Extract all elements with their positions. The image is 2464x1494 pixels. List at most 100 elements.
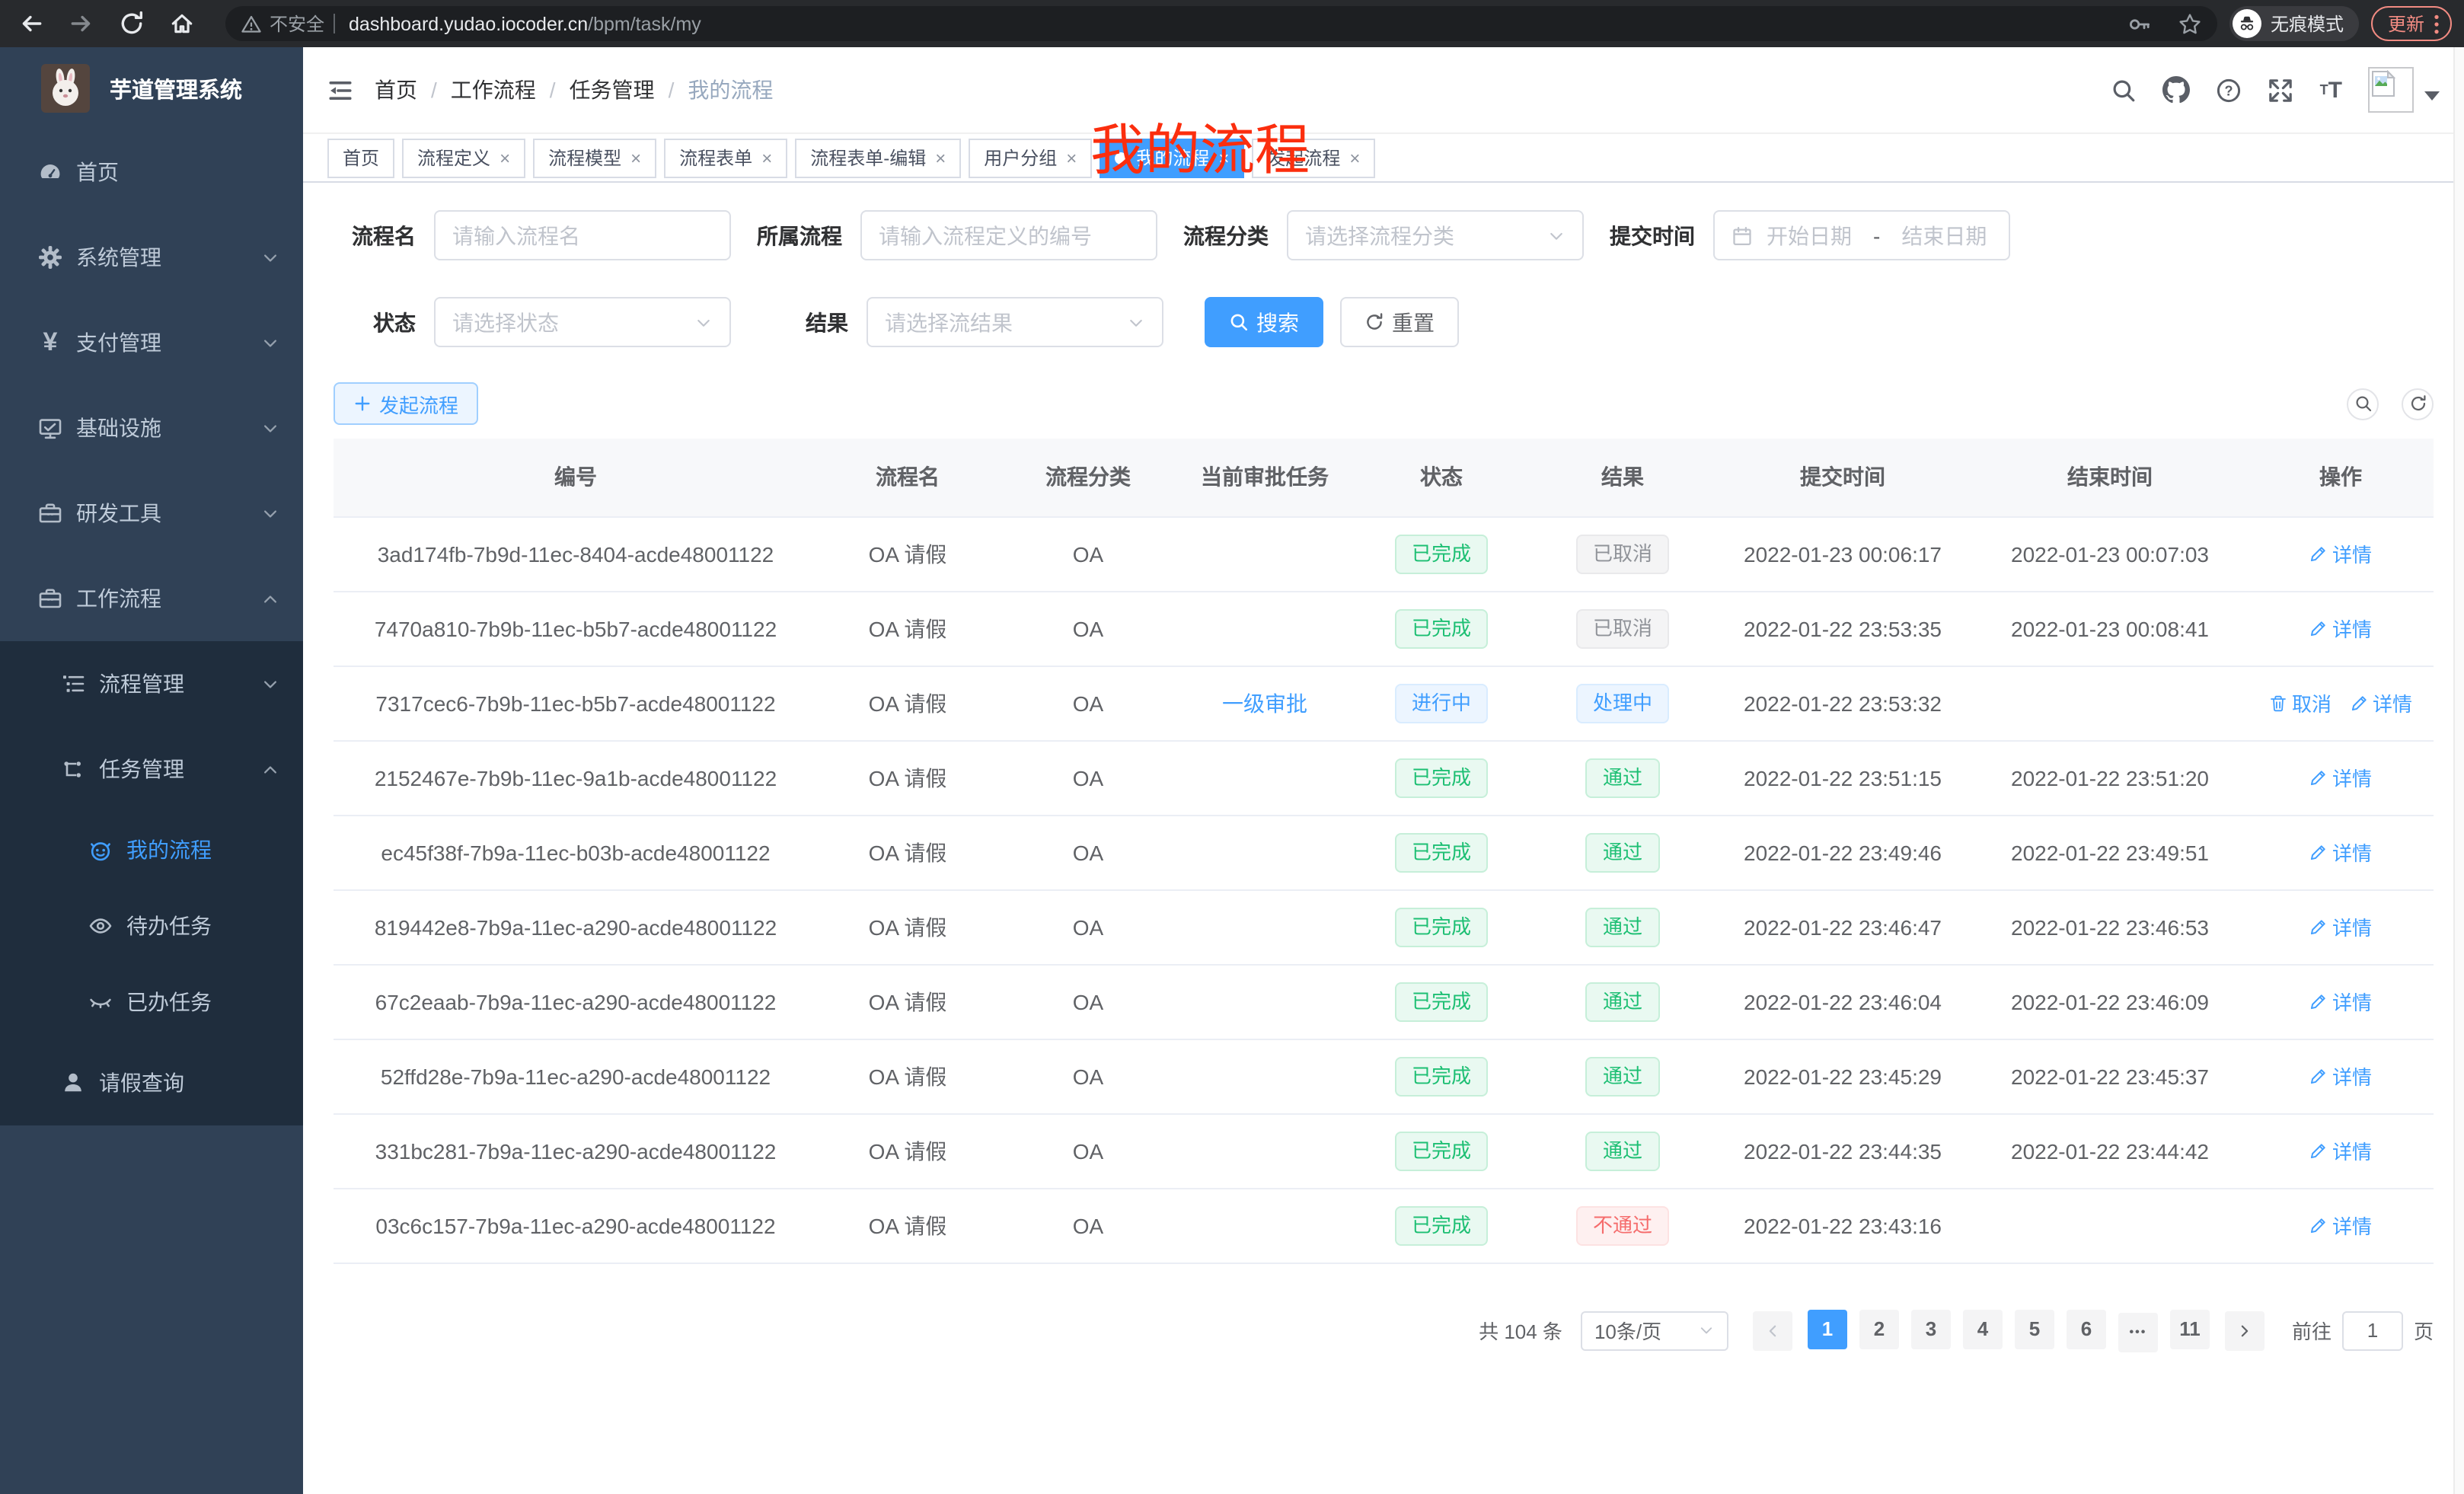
action-详情[interactable]: 详情 <box>2309 1061 2372 1090</box>
browser-home-icon[interactable] <box>163 5 199 42</box>
goto-page-input[interactable] <box>2342 1310 2403 1350</box>
chevron-down-icon <box>694 313 713 331</box>
close-icon[interactable]: × <box>1349 148 1360 167</box>
page-button-3[interactable]: 3 <box>1911 1309 1951 1349</box>
column-header: 流程分类 <box>997 439 1179 516</box>
next-page-button[interactable] <box>2225 1310 2265 1350</box>
chevron-up-icon <box>262 761 279 777</box>
page-button-11[interactable]: 11 <box>2170 1309 2210 1349</box>
sidebar-fold-icon[interactable] <box>327 77 353 103</box>
cell-result: 通过 <box>1532 889 1713 964</box>
breadcrumb: 首页 / 工作流程 / 任务管理 / 我的流程 <box>375 75 773 105</box>
font-size-icon[interactable]: TT <box>2320 77 2342 103</box>
current-task-link[interactable]: 一级审批 <box>1222 691 1307 715</box>
page-scrollbar[interactable] <box>2453 47 2464 1494</box>
sidebar-item-system[interactable]: 系统管理 <box>0 215 303 300</box>
result-select[interactable]: 请选择流结果 <box>867 297 1163 347</box>
action-详情[interactable]: 详情 <box>2309 763 2372 792</box>
github-icon[interactable] <box>2163 76 2191 104</box>
prev-page-button[interactable] <box>1753 1310 1792 1350</box>
action-详情[interactable]: 详情 <box>2309 838 2372 867</box>
breadcrumb-item[interactable]: 工作流程 <box>451 75 536 105</box>
action-详情[interactable]: 详情 <box>2309 539 2372 568</box>
key-icon[interactable] <box>2127 11 2152 36</box>
page-ellipsis[interactable]: ••• <box>2118 1312 2158 1352</box>
cell-actions: 详情 <box>2248 591 2434 666</box>
search-button[interactable]: 搜索 <box>1205 297 1323 347</box>
process-name-input[interactable] <box>434 210 731 260</box>
action-详情[interactable]: 详情 <box>2309 614 2372 643</box>
workflow-submenu: 流程管理 任务管理 我的流程 <box>0 641 303 1125</box>
sidebar-item-done-tasks[interactable]: 已办任务 <box>0 964 303 1040</box>
browser-reload-icon[interactable] <box>113 5 149 42</box>
table-row: 52ffd28e-7b9a-11ec-a290-acde48001122OA 请… <box>334 1039 2434 1113</box>
browser-back-icon[interactable] <box>12 5 49 42</box>
sidebar-item-infrastructure[interactable]: 基础设施 <box>0 385 303 471</box>
process-name-field[interactable] <box>452 223 713 247</box>
kebab-menu-icon <box>2434 13 2440 34</box>
column-header: 当前审批任务 <box>1179 439 1351 516</box>
close-icon[interactable]: × <box>935 148 946 167</box>
sidebar-item-leave-query[interactable]: 请假查询 <box>0 1040 303 1125</box>
action-详情[interactable]: 详情 <box>2309 987 2372 1016</box>
page-button-2[interactable]: 2 <box>1859 1309 1899 1349</box>
user-menu[interactable] <box>2368 67 2440 113</box>
action-详情[interactable]: 详情 <box>2309 1136 2372 1165</box>
submit-time-range[interactable]: 开始日期 - 结束日期 <box>1713 210 2010 260</box>
url-path: /bpm/task/my <box>588 13 701 34</box>
page-button-6[interactable]: 6 <box>2067 1309 2106 1349</box>
fullscreen-icon[interactable] <box>2268 77 2294 103</box>
address-bar[interactable]: 不安全 dashboard.yudao.iocoder.cn/bpm/task/… <box>225 6 2217 41</box>
sidebar-item-task-mgmt[interactable]: 任务管理 <box>0 726 303 812</box>
tab-流程定义[interactable]: 流程定义× <box>402 138 525 177</box>
search-icon[interactable] <box>2111 77 2137 103</box>
tab-首页[interactable]: 首页 <box>327 138 394 177</box>
action-取消[interactable]: 取消 <box>2269 688 2332 717</box>
sidebar-item-my-process[interactable]: 我的流程 <box>0 812 303 888</box>
close-icon[interactable]: × <box>1066 148 1077 167</box>
page-size-select[interactable]: 10条/页 <box>1581 1310 1728 1350</box>
close-icon[interactable]: × <box>761 148 772 167</box>
browser-update-button[interactable]: 更新 <box>2371 6 2452 41</box>
cell-category: OA <box>997 964 1179 1039</box>
status-select[interactable]: 请选择状态 <box>434 297 731 347</box>
category-select[interactable]: 请选择流程分类 <box>1287 210 1584 260</box>
parent-process-field[interactable] <box>879 223 1139 247</box>
page-button-1[interactable]: 1 <box>1808 1309 1847 1349</box>
tab-用户分组[interactable]: 用户分组× <box>969 138 1092 177</box>
edit-icon <box>2309 843 2328 861</box>
sidebar-item-workflow[interactable]: 工作流程 <box>0 556 303 641</box>
filter-label: 状态 <box>373 307 416 337</box>
sidebar-item-todo-tasks[interactable]: 待办任务 <box>0 888 303 964</box>
sidebar-item-payment[interactable]: ¥ 支付管理 <box>0 300 303 385</box>
table-refresh-icon[interactable] <box>2402 388 2434 420</box>
tab-流程模型[interactable]: 流程模型× <box>533 138 656 177</box>
tab-流程表单-编辑[interactable]: 流程表单-编辑× <box>795 138 961 177</box>
cell-submit-time: 2022-01-22 23:49:46 <box>1713 815 1972 889</box>
page-button-4[interactable]: 4 <box>1963 1309 2003 1349</box>
breadcrumb-item[interactable]: 任务管理 <box>570 75 655 105</box>
close-icon[interactable]: × <box>500 148 510 167</box>
action-详情[interactable]: 详情 <box>2309 912 2372 941</box>
browser-forward-icon[interactable] <box>62 5 99 42</box>
table-search-toggle-icon[interactable] <box>2347 388 2379 420</box>
close-icon[interactable]: × <box>630 148 641 167</box>
sidebar-item-home[interactable]: 首页 <box>0 129 303 215</box>
chevron-down-icon <box>1698 1322 1715 1339</box>
tab-流程表单[interactable]: 流程表单× <box>664 138 787 177</box>
cell-current-task <box>1179 591 1351 666</box>
bookmark-star-icon[interactable] <box>2178 11 2202 36</box>
help-icon[interactable]: ? <box>2217 77 2242 103</box>
create-process-button[interactable]: 发起流程 <box>334 382 478 425</box>
action-详情[interactable]: 详情 <box>2350 688 2412 717</box>
page-button-5[interactable]: 5 <box>2015 1309 2054 1349</box>
status-tag: 已完成 <box>1395 1131 1488 1170</box>
breadcrumb-item[interactable]: 首页 <box>375 75 417 105</box>
sidebar-item-process-mgmt[interactable]: 流程管理 <box>0 641 303 726</box>
sidebar-item-dev-tools[interactable]: 研发工具 <box>0 471 303 556</box>
reset-button[interactable]: 重置 <box>1340 297 1459 347</box>
face-icon <box>88 838 113 862</box>
parent-process-input[interactable] <box>860 210 1157 260</box>
action-详情[interactable]: 详情 <box>2309 1211 2372 1240</box>
breadcrumb-separator: / <box>431 78 437 102</box>
